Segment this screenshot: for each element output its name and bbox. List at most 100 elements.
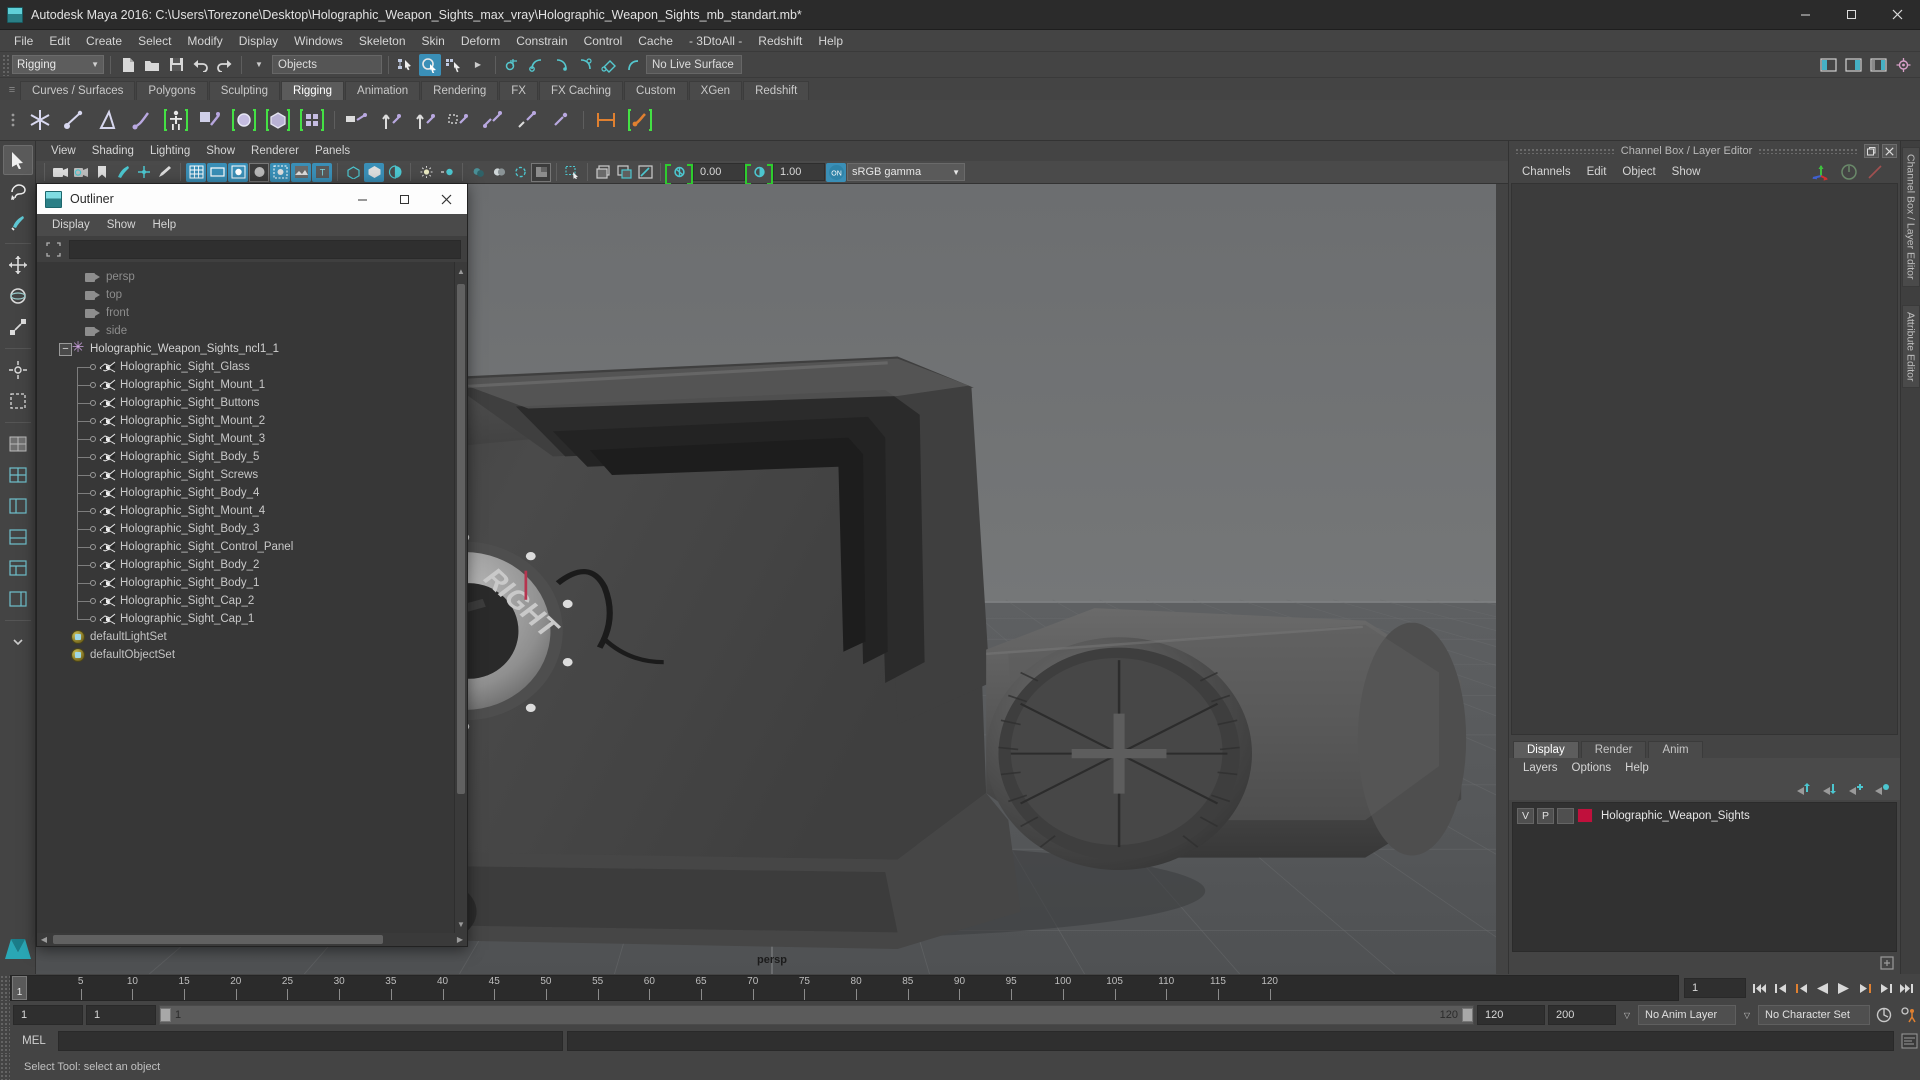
viewport-menu-shading[interactable]: Shading <box>85 144 141 158</box>
shelf-aim-constraint-icon[interactable] <box>477 103 509 137</box>
viewport-menu-lighting[interactable]: Lighting <box>143 144 197 158</box>
shelf-tab-rendering[interactable]: Rendering <box>421 81 499 100</box>
select-tool-button[interactable] <box>2 145 33 175</box>
layer-menu-options[interactable]: Options <box>1566 761 1618 775</box>
menu-constrain[interactable]: Constrain <box>508 32 575 50</box>
animation-end-field[interactable]: 200 <box>1548 1005 1616 1025</box>
panel-undock-button[interactable] <box>1864 144 1879 158</box>
go-to-start-button[interactable] <box>1750 977 1769 999</box>
wireframe-shaded-icon[interactable] <box>228 162 248 182</box>
tree-node-dot[interactable] <box>90 508 96 514</box>
exposure-icon[interactable] <box>669 163 689 182</box>
scale-mode-icon[interactable] <box>1866 163 1884 181</box>
range-slider-grip[interactable] <box>0 1002 10 1028</box>
select-by-object-button[interactable] <box>419 53 441 76</box>
outliner-item-camera[interactable]: side <box>37 322 454 340</box>
side-tab-attribute-editor[interactable]: Attribute Editor <box>1901 304 1920 388</box>
channel-menu-edit[interactable]: Edit <box>1580 165 1614 179</box>
tree-node-dot[interactable] <box>90 526 96 532</box>
outliner-item-mesh[interactable]: Holographic_Sight_Mount_2 <box>37 412 454 430</box>
outliner-item-camera[interactable]: front <box>37 304 454 322</box>
outliner-search-input[interactable] <box>69 239 461 259</box>
paint-select-tool-button[interactable] <box>3 207 33 237</box>
viewport-snapshot-icon[interactable] <box>593 163 613 182</box>
shelf-pole-vector-icon[interactable] <box>511 103 543 137</box>
command-line-grip[interactable] <box>0 1028 10 1054</box>
outliner-item-mesh[interactable]: Holographic_Sight_Body_1 <box>37 574 454 592</box>
tab-display[interactable]: Display <box>1513 741 1579 758</box>
outliner-item-mesh[interactable]: Holographic_Sight_Cap_1 <box>37 610 454 628</box>
outliner-item-camera[interactable]: persp <box>37 268 454 286</box>
scale-tool-button[interactable] <box>3 312 33 342</box>
time-slider[interactable]: 1 5 10 15 20 25 30 35 40 45 50 55 60 65 70 75 80 85 90 95 1… <box>10 975 1679 1001</box>
shelf-tab-redshift[interactable]: Redshift <box>743 81 810 100</box>
anim-layer-selector[interactable]: No Anim Layer <box>1638 1005 1736 1025</box>
selection-mask-chevron[interactable]: ▼ <box>248 54 270 76</box>
play-forwards-button[interactable] <box>1834 977 1853 999</box>
outliner-close-button[interactable] <box>425 184 467 214</box>
animation-preferences-button[interactable] <box>1898 1005 1920 1025</box>
snap-to-projected-center-button[interactable] <box>574 54 596 76</box>
outliner-window[interactable]: Outliner Display Show Help persp top fro… <box>36 183 468 947</box>
show-hide-channel-box-button[interactable] <box>1867 54 1889 76</box>
search-filter-icon[interactable] <box>43 240 63 258</box>
shadows-icon[interactable] <box>468 163 488 182</box>
range-slider-right-handle[interactable] <box>1462 1008 1473 1022</box>
new-scene-button[interactable] <box>117 54 139 76</box>
expand-panel-icon[interactable] <box>1880 956 1894 970</box>
component-mask-chevron[interactable]: ▶ <box>467 54 489 76</box>
command-input-field[interactable] <box>58 1031 563 1051</box>
menu-modify[interactable]: Modify <box>179 32 230 50</box>
maximize-button[interactable] <box>1828 0 1874 30</box>
textured-icon[interactable] <box>291 162 311 182</box>
lighting-all-lights-icon[interactable] <box>437 163 457 182</box>
layer-playback-toggle[interactable]: P <box>1537 807 1554 824</box>
go-to-end-button[interactable] <box>1897 977 1916 999</box>
select-by-component-button[interactable] <box>443 54 465 76</box>
film-gate-icon[interactable] <box>207 162 227 182</box>
shelf-wrap-deformer-icon[interactable] <box>624 103 656 137</box>
layer-name[interactable]: Holographic_Weapon_Sights <box>1601 810 1750 822</box>
minimize-button[interactable] <box>1782 0 1828 30</box>
persp-outliner-layout-button[interactable] <box>3 584 33 614</box>
chevron-down-icon[interactable]: ▽ <box>1619 1011 1635 1020</box>
outliner-menu-display[interactable]: Display <box>45 218 97 232</box>
tree-node-dot[interactable] <box>90 544 96 550</box>
menu-display[interactable]: Display <box>231 32 286 50</box>
channel-menu-object[interactable]: Object <box>1615 165 1662 179</box>
last-tool-used-button[interactable] <box>3 386 33 416</box>
outliner-item-mesh[interactable]: Holographic_Sight_Body_3 <box>37 520 454 538</box>
layer-visibility-toggle[interactable]: V <box>1517 807 1534 824</box>
shelf-skeleton-icon[interactable] <box>160 103 192 137</box>
chevron-down-icon-2[interactable]: ▽ <box>1739 1011 1755 1020</box>
tree-node-dot[interactable] <box>90 598 96 604</box>
outliner-item-list[interactable]: persp top front side − ✳ Holographic_Weapon_Si… <box>37 262 454 933</box>
layer-list[interactable]: V P Holographic_Weapon_Sights <box>1512 802 1897 952</box>
anti-alias-icon[interactable] <box>510 163 530 182</box>
snap-to-curve-button[interactable] <box>526 54 548 76</box>
viewport-menu-renderer[interactable]: Renderer <box>244 144 306 158</box>
show-hide-attribute-editor-button[interactable] <box>1842 54 1864 76</box>
close-button[interactable] <box>1874 0 1920 30</box>
menu-redshift[interactable]: Redshift <box>750 32 810 50</box>
lighting-default-icon[interactable] <box>416 163 436 182</box>
scroll-down-arrow-icon[interactable]: ▼ <box>455 917 467 931</box>
help-line-grip[interactable] <box>0 1054 10 1080</box>
outliner-item-set[interactable]: defaultObjectSet <box>37 646 454 664</box>
redo-button[interactable] <box>213 54 235 76</box>
move-layer-up-icon[interactable] <box>1796 782 1812 796</box>
outliner-item-mesh[interactable]: Holographic_Sight_Body_4 <box>37 484 454 502</box>
shelf-paint-weights-icon[interactable] <box>296 103 328 137</box>
menu-control[interactable]: Control <box>576 32 631 50</box>
snap-to-view-plane-button[interactable] <box>598 54 620 76</box>
use-default-material-icon[interactable]: T <box>312 162 332 182</box>
menu-select[interactable]: Select <box>130 32 179 50</box>
menu-help[interactable]: Help <box>810 32 851 50</box>
viewport-render-region-icon[interactable] <box>614 163 634 182</box>
grid-display-icon[interactable] <box>186 162 206 182</box>
camera-attributes-icon[interactable] <box>71 163 91 182</box>
command-output-field[interactable] <box>567 1031 1894 1051</box>
save-scene-button[interactable] <box>165 54 187 76</box>
outliner-item-mesh[interactable]: Holographic_Sight_Mount_3 <box>37 430 454 448</box>
outliner-item-mesh[interactable]: Holographic_Sight_Cap_2 <box>37 592 454 610</box>
